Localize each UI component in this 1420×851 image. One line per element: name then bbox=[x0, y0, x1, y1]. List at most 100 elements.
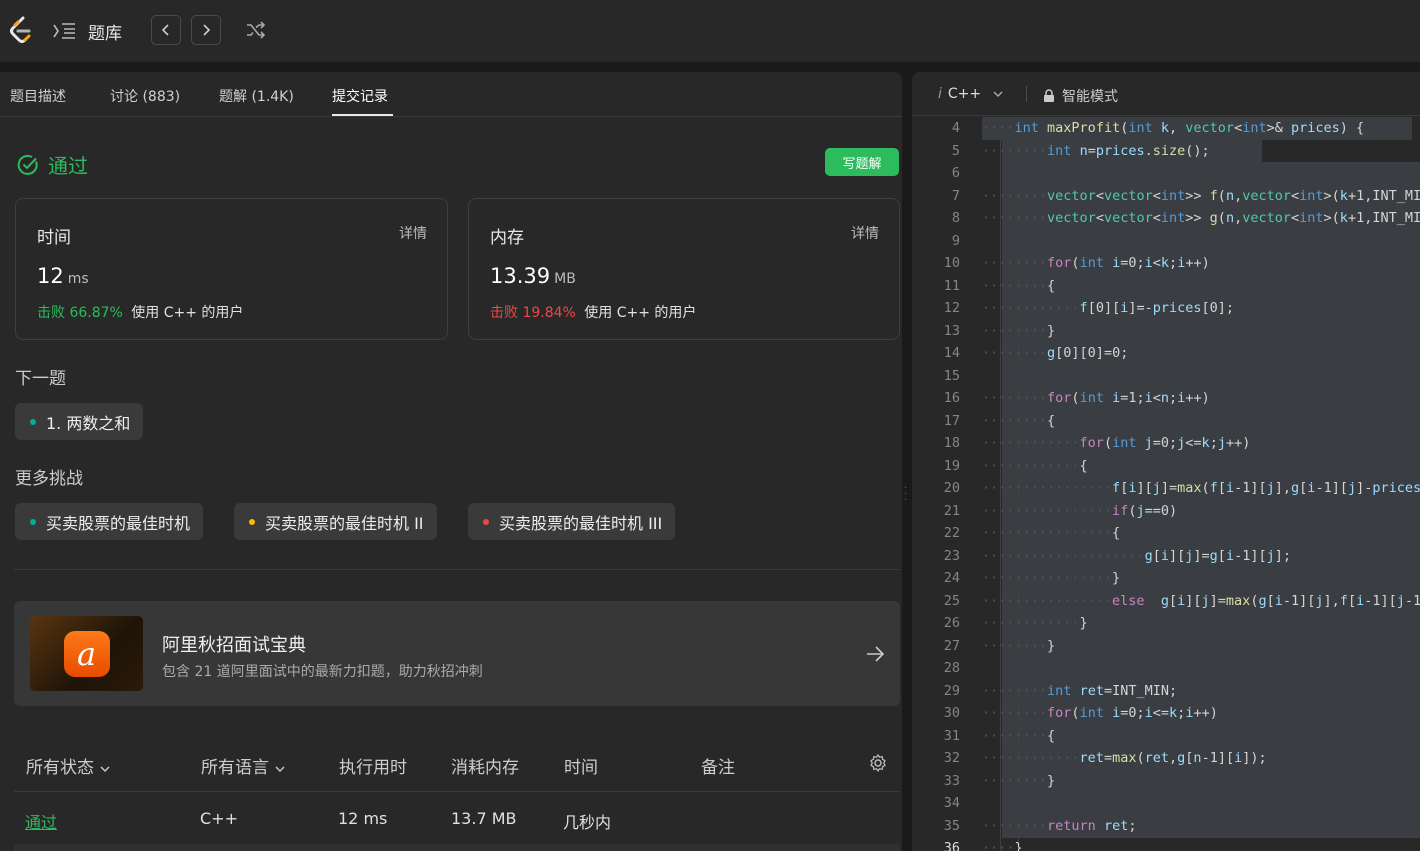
promo-banner[interactable]: a 阿里秋招面试宝典 包含 21 道阿里面试中的最新力扣题，助力秋招冲刺 bbox=[14, 601, 900, 706]
memory-beat-percent: 击败 19.84% bbox=[490, 305, 576, 321]
line-number: 8 bbox=[951, 210, 960, 226]
code-line[interactable]: ········} bbox=[982, 320, 1055, 343]
arrow-right-icon[interactable] bbox=[864, 643, 886, 665]
code-line[interactable]: ········vector<vector<int>> g(n,vector<i… bbox=[982, 207, 1420, 230]
line-number: 20 bbox=[943, 480, 960, 496]
challenge-chip[interactable]: 买卖股票的最佳时机 III bbox=[468, 503, 676, 540]
runtime-column-header: 执行用时 bbox=[339, 758, 407, 778]
line-number: 17 bbox=[943, 412, 960, 429]
language-selector[interactable]: i C++ bbox=[938, 86, 1003, 102]
memory-value-row: 13.39 MB bbox=[490, 264, 576, 288]
next-problem-label: 1. 两数之和 bbox=[46, 413, 131, 433]
code-line[interactable]: ········int ret=INT_MIN; bbox=[982, 680, 1177, 703]
language-filter-dropdown[interactable]: 所有语言 bbox=[201, 753, 285, 778]
code-line[interactable]: ····················g[i][j]=g[i-1][j]; bbox=[982, 545, 1291, 568]
code-line[interactable]: ····int maxProfit(int k, vector<int>& pr… bbox=[982, 117, 1364, 140]
code-line[interactable]: ················else g[i][j]=max(g[i-1][… bbox=[982, 590, 1420, 613]
code-line[interactable]: ················{ bbox=[982, 522, 1120, 545]
drag-handle-icon[interactable]: · · · bbox=[904, 484, 908, 506]
table-header-divider bbox=[14, 791, 900, 792]
line-number: 9 bbox=[951, 232, 960, 249]
line-number: 4 bbox=[951, 120, 960, 136]
shuffle-icon[interactable] bbox=[245, 20, 267, 40]
chevron-down-icon bbox=[993, 91, 1003, 97]
chevron-down-icon bbox=[275, 766, 285, 772]
line-number: 24 bbox=[943, 570, 960, 586]
next-problem-chip[interactable]: 1. 两数之和 bbox=[15, 403, 144, 440]
next-problem-button[interactable] bbox=[191, 15, 221, 45]
tab-description[interactable]: 题目描述 bbox=[10, 86, 66, 106]
code-line[interactable]: ················if(j==0) bbox=[982, 500, 1177, 523]
runtime-detail-link[interactable]: 详情 bbox=[399, 223, 427, 243]
runtime-beat: 击败 66.87% 使用 C++ 的用户 bbox=[37, 302, 243, 322]
code-line[interactable]: ········{ bbox=[982, 410, 1055, 433]
editor-toolbar: i C++ 智能模式 bbox=[912, 72, 1420, 116]
table-row[interactable] bbox=[14, 844, 900, 851]
runtime-card: 时间 详情 12 ms 击败 66.87% 使用 C++ 的用户 bbox=[15, 198, 448, 340]
code-area[interactable]: 4 5 6 7 8 9 10 11 12 13 14 15 16 17 18 19 20 21 22 23 24 25 26… bbox=[912, 117, 1420, 851]
line-number: 19 bbox=[943, 457, 960, 474]
problem-bank-title[interactable]: 题库 bbox=[88, 19, 122, 44]
smart-mode-label: 智能模式 bbox=[1062, 89, 1118, 105]
code-line[interactable]: ····} bbox=[982, 837, 1023, 851]
top-navbar: 题库 bbox=[0, 0, 1420, 62]
difficulty-medium-dot bbox=[249, 518, 255, 525]
lock-icon bbox=[1044, 89, 1054, 102]
leetcode-logo-icon[interactable] bbox=[8, 16, 34, 44]
line-number: 10 bbox=[943, 255, 960, 271]
code-line[interactable]: ········{ bbox=[982, 275, 1055, 298]
info-icon: i bbox=[938, 86, 942, 102]
code-line[interactable]: ········} bbox=[982, 635, 1055, 658]
more-challenges-heading: 更多挑战 bbox=[15, 469, 83, 489]
runtime-unit: ms bbox=[67, 271, 89, 287]
submission-memory: 13.7 MB bbox=[451, 809, 517, 828]
write-solution-button[interactable]: 写题解 bbox=[825, 148, 899, 176]
smart-mode-toggle[interactable]: 智能模式 bbox=[1043, 86, 1118, 106]
challenge-label: 买卖股票的最佳时机 bbox=[46, 513, 191, 533]
line-number: 16 bbox=[943, 390, 960, 406]
banner-subtitle: 包含 21 道阿里面试中的最新力扣题，助力秋招冲刺 bbox=[162, 664, 483, 680]
code-line[interactable]: ········for(int i=0;i<k;i++) bbox=[982, 252, 1210, 275]
code-line[interactable]: ············f[0][i]=-prices[0]; bbox=[982, 297, 1234, 320]
code-line[interactable]: ········} bbox=[982, 770, 1055, 793]
challenge-label: 买卖股票的最佳时机 II bbox=[265, 513, 424, 533]
notes-column-header: 备注 bbox=[701, 758, 735, 778]
code-line[interactable]: ········{ bbox=[982, 725, 1055, 748]
line-number: 11 bbox=[943, 277, 960, 294]
tab-discussion[interactable]: 讨论 (883) bbox=[110, 86, 180, 106]
code-line[interactable]: ········for(int i=1;i<n;i++) bbox=[982, 387, 1210, 410]
result-status: 通过 bbox=[48, 154, 88, 178]
submission-status-link[interactable]: 通过 bbox=[25, 809, 57, 833]
code-line[interactable]: ········int n=prices.size(); bbox=[982, 140, 1210, 163]
tab-solutions[interactable]: 题解 (1.4K) bbox=[219, 86, 294, 106]
code-line[interactable]: ················f[i][j]=max(f[i-1][j],g[… bbox=[982, 477, 1420, 500]
challenge-chip[interactable]: 买卖股票的最佳时机 II bbox=[234, 503, 437, 540]
gear-icon[interactable] bbox=[868, 753, 888, 773]
memory-detail-link[interactable]: 详情 bbox=[851, 223, 879, 243]
active-tab-underline bbox=[332, 114, 393, 116]
alibaba-logo-icon: a bbox=[63, 630, 110, 677]
status-filter-dropdown[interactable]: 所有状态 bbox=[26, 753, 110, 778]
section-divider bbox=[14, 569, 900, 570]
problem-list-icon[interactable] bbox=[52, 20, 76, 42]
code-line[interactable]: ········return ret; bbox=[982, 815, 1136, 838]
code-line[interactable]: ················} bbox=[982, 567, 1120, 590]
status-filter-label: 所有状态 bbox=[26, 758, 94, 778]
code-line[interactable]: ········vector<vector<int>> f(n,vector<i… bbox=[982, 185, 1420, 208]
code-line[interactable]: ············for(int j=0;j<=k;j++) bbox=[982, 432, 1250, 455]
code-line[interactable]: ············{ bbox=[982, 455, 1088, 478]
code-line[interactable]: ········g[0][0]=0; bbox=[982, 342, 1128, 365]
panel-splitter[interactable] bbox=[902, 72, 912, 851]
memory-beat: 击败 19.84% 使用 C++ 的用户 bbox=[490, 302, 696, 322]
code-line[interactable]: ········for(int i=0;i<=k;i++) bbox=[982, 702, 1218, 725]
memory-beat-users: 使用 C++ 的用户 bbox=[584, 305, 697, 321]
problem-tabs: 题目描述 讨论 (883) 题解 (1.4K) 提交记录 bbox=[0, 72, 902, 117]
code-line[interactable]: ············ret=max(ret,g[n-1][i]); bbox=[982, 747, 1267, 770]
code-line[interactable]: ············} bbox=[982, 612, 1088, 635]
prev-problem-button[interactable] bbox=[151, 15, 181, 45]
tab-submissions[interactable]: 提交记录 bbox=[332, 86, 388, 106]
next-problem-heading: 下一题 bbox=[15, 369, 66, 389]
challenge-chip[interactable]: 买卖股票的最佳时机 bbox=[15, 503, 204, 540]
code-editor-panel: i C++ 智能模式 4 5 6 7 8 9 10 11 12 13 14 15 16 17 18 19 20 21… bbox=[912, 72, 1420, 851]
line-number: 22 bbox=[943, 525, 960, 541]
